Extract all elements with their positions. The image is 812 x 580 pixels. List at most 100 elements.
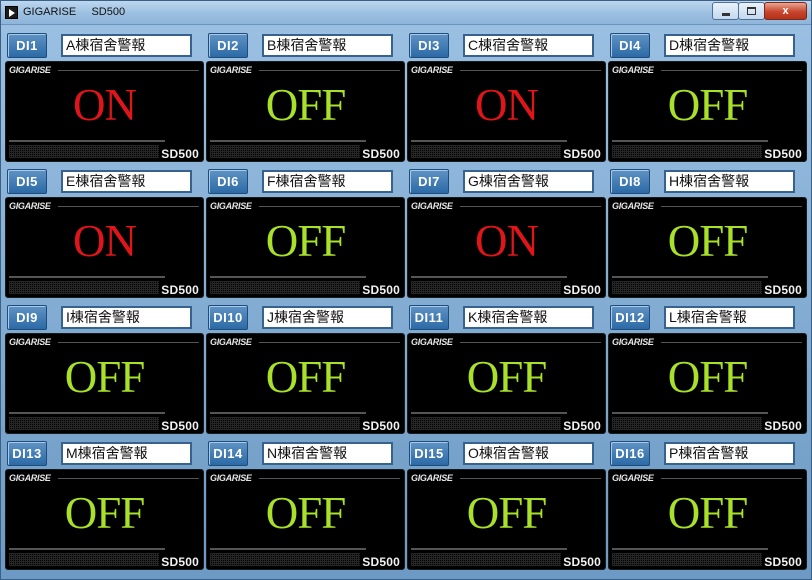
channel-name-field[interactable]: I棟宿舍警報 [61, 306, 192, 329]
channel-name-field[interactable]: L棟宿舍警報 [664, 306, 795, 329]
status-panel: GIGARISE OFF SD500 [206, 61, 405, 162]
channel-name-field[interactable]: G棟宿舍警報 [463, 170, 594, 193]
status-indicator: OFF [667, 352, 749, 402]
close-icon: x [782, 4, 789, 17]
status-panel: GIGARISE OFF SD500 [206, 197, 405, 298]
status-panel: GIGARISE OFF SD500 [608, 197, 807, 298]
di-label[interactable]: DI12 [610, 305, 650, 330]
model-label: SD500 [161, 147, 199, 161]
panel-texture [210, 281, 360, 294]
window-title: GIGARISE SD500 [23, 6, 126, 18]
channel-name-field[interactable]: E棟宿舍警報 [61, 170, 192, 193]
channel-name-field[interactable]: B棟宿舍警報 [262, 34, 393, 57]
di-label[interactable]: DI6 [208, 169, 248, 194]
model-label: SD500 [362, 283, 400, 297]
channel-name-field[interactable]: M棟宿舍警報 [61, 442, 192, 465]
di-label[interactable]: DI8 [610, 169, 650, 194]
status-panel: GIGARISE ON SD500 [5, 61, 204, 162]
status-indicator: OFF [466, 352, 548, 402]
panel-texture [9, 417, 159, 430]
minimize-icon [721, 12, 730, 16]
brand-divider [58, 478, 199, 479]
minimize-button[interactable] [712, 2, 739, 20]
di-label[interactable]: DI10 [208, 305, 248, 330]
di-label[interactable]: DI1 [7, 33, 47, 58]
channel-name-field[interactable]: J棟宿舍警報 [262, 306, 393, 329]
panel-bar [210, 548, 366, 550]
brand-divider [661, 70, 802, 71]
di-label[interactable]: DI13 [7, 441, 47, 466]
brand-divider [259, 478, 400, 479]
panel-bar [9, 412, 165, 414]
panel-bar [9, 140, 165, 142]
maximize-icon [747, 7, 756, 15]
maximize-button[interactable] [738, 2, 765, 20]
model-label: SD500 [563, 555, 601, 569]
brand-divider [259, 342, 400, 343]
status-indicator: OFF [667, 80, 749, 130]
channel-cell-di5: DI5 E棟宿舍警報 GIGARISE ON SD500 [5, 166, 204, 300]
model-label: SD500 [161, 555, 199, 569]
panel-bar [411, 276, 567, 278]
status-indicator: OFF [64, 352, 146, 402]
panel-texture [210, 145, 360, 158]
channel-cell-di16: DI16 P棟宿舍警報 GIGARISE OFF SD500 [608, 438, 807, 572]
channel-name-field[interactable]: A棟宿舍警報 [61, 34, 192, 57]
brand-divider [460, 478, 601, 479]
panel-texture [411, 417, 561, 430]
channel-name-field[interactable]: F棟宿舍警報 [262, 170, 393, 193]
di-label[interactable]: DI16 [610, 441, 650, 466]
status-panel: GIGARISE ON SD500 [407, 197, 606, 298]
panel-texture [612, 553, 762, 566]
model-label: SD500 [362, 555, 400, 569]
panel-bar [210, 412, 366, 414]
channel-name-field[interactable]: P棟宿舍警報 [664, 442, 795, 465]
status-panel: GIGARISE OFF SD500 [608, 469, 807, 570]
di-label[interactable]: DI3 [409, 33, 449, 58]
status-indicator: ON [73, 216, 137, 266]
status-indicator: OFF [667, 216, 749, 266]
brand-divider [58, 206, 199, 207]
status-indicator: OFF [265, 216, 347, 266]
status-panel: GIGARISE OFF SD500 [206, 333, 405, 434]
di-label[interactable]: DI2 [208, 33, 248, 58]
model-label: SD500 [764, 419, 802, 433]
di-label[interactable]: DI4 [610, 33, 650, 58]
di-label[interactable]: DI11 [409, 305, 449, 330]
model-label: SD500 [764, 147, 802, 161]
panel-bar [612, 276, 768, 278]
panel-bar [411, 548, 567, 550]
channel-cell-di10: DI10 J棟宿舍警報 GIGARISE OFF SD500 [206, 302, 405, 436]
di-label[interactable]: DI5 [7, 169, 47, 194]
brand-divider [460, 206, 601, 207]
di-label[interactable]: DI15 [409, 441, 449, 466]
brand-divider [58, 70, 199, 71]
title-bar[interactable]: GIGARISE SD500 x [1, 1, 811, 25]
panel-texture [210, 553, 360, 566]
channel-name-field[interactable]: D棟宿舍警報 [664, 34, 795, 57]
model-label: SD500 [362, 147, 400, 161]
panel-bar [411, 140, 567, 142]
brand-divider [58, 342, 199, 343]
panel-texture [9, 553, 159, 566]
panel-bar [210, 140, 366, 142]
brand-divider [661, 478, 802, 479]
brand-divider [460, 70, 601, 71]
panel-texture [411, 145, 561, 158]
channel-name-field[interactable]: N棟宿舍警報 [262, 442, 393, 465]
brand-divider [661, 342, 802, 343]
channel-cell-di11: DI11 K棟宿舍警報 GIGARISE OFF SD500 [407, 302, 606, 436]
channel-name-field[interactable]: H棟宿舍警報 [664, 170, 795, 193]
di-label[interactable]: DI7 [409, 169, 449, 194]
channel-name-field[interactable]: O棟宿舍警報 [463, 442, 594, 465]
app-icon[interactable] [5, 6, 18, 19]
close-button[interactable]: x [764, 2, 807, 20]
di-label[interactable]: DI9 [7, 305, 47, 330]
di-label[interactable]: DI14 [208, 441, 248, 466]
brand-divider [259, 70, 400, 71]
channel-name-field[interactable]: K棟宿舍警報 [463, 306, 594, 329]
channel-name-field[interactable]: C棟宿舍警報 [463, 34, 594, 57]
app-window: GIGARISE SD500 x DI1 A棟宿舍警報 GIGARISE ON … [0, 0, 812, 580]
status-panel: GIGARISE OFF SD500 [608, 333, 807, 434]
status-panel: GIGARISE ON SD500 [5, 197, 204, 298]
